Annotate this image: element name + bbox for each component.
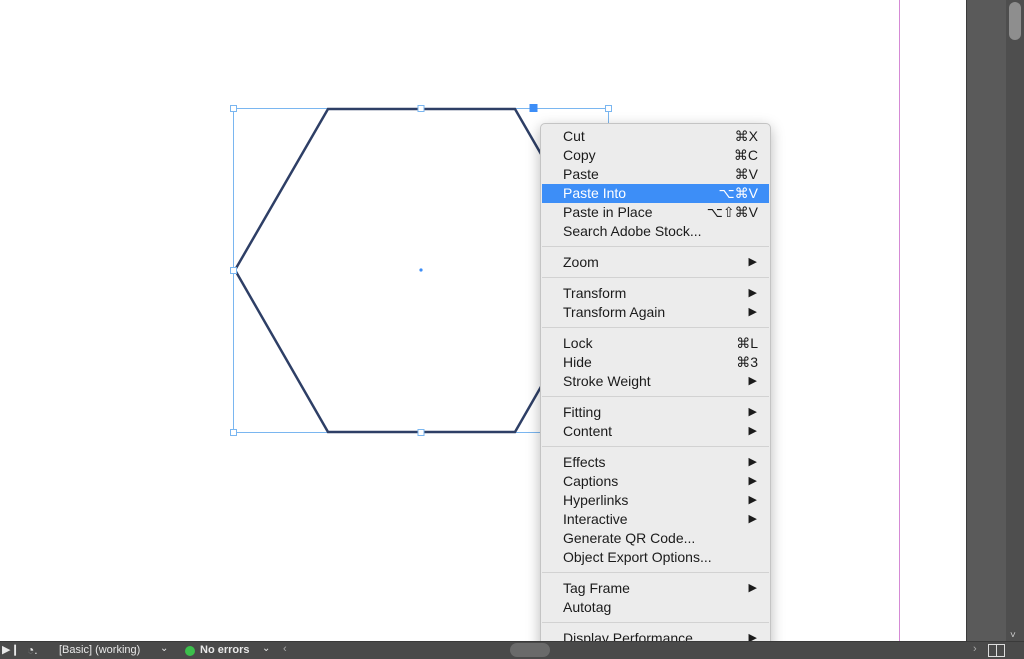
status-bar: ▶❙ ◔. [Basic] (working) ⌄ No errors ⌄ ‹ … — [0, 641, 1024, 659]
artwork-layer — [230, 104, 612, 436]
menu-item-shortcut: ⌘C — [733, 147, 758, 163]
submenu-arrow-icon: ▶ — [748, 287, 757, 299]
menu-item-content[interactable]: Content ▶ — [542, 422, 769, 441]
menu-separator — [542, 446, 769, 447]
menu-item-label: Generate QR Code... — [563, 530, 696, 546]
preflight-profile[interactable]: [Basic] (working) — [59, 644, 140, 656]
submenu-arrow-icon: ▶ — [748, 475, 757, 487]
menu-separator — [542, 277, 769, 278]
profile-chevron-down-icon[interactable]: ⌄ — [160, 643, 168, 654]
menu-item-label: Paste in Place — [563, 204, 653, 220]
menu-item-label: Hyperlinks — [563, 492, 629, 508]
menu-item-shortcut: ⌘3 — [736, 354, 758, 370]
scroll-down-arrow-icon[interactable]: ˅ — [1010, 630, 1016, 641]
menu-item-autotag[interactable]: Autotag — [542, 598, 769, 617]
menu-item-paste[interactable]: Paste ⌘V — [542, 165, 769, 184]
submenu-arrow-icon: ▶ — [748, 456, 757, 468]
submenu-arrow-icon: ▶ — [748, 375, 757, 387]
handle-top-middle[interactable] — [417, 105, 425, 112]
split-view-divider — [996, 645, 997, 656]
menu-item-generate-qr-code[interactable]: Generate QR Code... — [542, 529, 769, 548]
menu-item-label: Paste Into — [563, 185, 627, 201]
menu-item-label: Cut — [563, 128, 585, 144]
menu-item-label: Hide — [563, 354, 592, 370]
menu-item-paste-in-place[interactable]: Paste in Place ⌥⇧⌘V — [542, 203, 769, 222]
menu-item-label: Tag Frame — [563, 580, 630, 596]
menu-item-shortcut: ⌥⌘V — [718, 185, 758, 201]
submenu-arrow-icon: ▶ — [748, 306, 757, 318]
menu-separator — [542, 572, 769, 573]
scroll-right-arrow-icon[interactable]: › — [973, 643, 977, 655]
menu-item-label: Transform — [563, 285, 627, 301]
menu-item-shortcut: ⌘V — [734, 166, 758, 182]
menu-item-effects[interactable]: Effects ▶ — [542, 453, 769, 472]
errors-chevron-down-icon[interactable]: ⌄ — [262, 643, 270, 654]
menu-separator — [542, 396, 769, 397]
live-corner-handle[interactable] — [529, 104, 538, 112]
menu-item-shortcut: ⌘X — [734, 128, 758, 144]
menu-item-label: Captions — [563, 473, 619, 489]
menu-item-fitting[interactable]: Fitting ▶ — [542, 403, 769, 422]
menu-item-label: Fitting — [563, 404, 602, 420]
menu-item-label: Stroke Weight — [563, 373, 651, 389]
center-point — [419, 268, 423, 272]
menu-separator — [542, 246, 769, 247]
submenu-arrow-icon: ▶ — [748, 425, 757, 437]
menu-item-label: Object Export Options... — [563, 549, 712, 565]
preflight-icon[interactable]: ◔. — [27, 643, 38, 657]
vertical-scroll-thumb[interactable] — [1009, 2, 1021, 40]
scroll-left-arrow-icon[interactable]: ‹ — [283, 643, 287, 655]
play-icon[interactable]: ▶❙ — [2, 643, 20, 656]
preflight-errors[interactable]: No errors — [200, 644, 250, 656]
menu-item-label: Paste — [563, 166, 599, 182]
menu-item-label: Content — [563, 423, 613, 439]
menu-item-label: Search Adobe Stock... — [563, 223, 702, 239]
menu-item-hide[interactable]: Hide ⌘3 — [542, 353, 769, 372]
menu-item-label: Zoom — [563, 254, 599, 270]
menu-item-label: Autotag — [563, 599, 612, 615]
menu-item-label: Transform Again — [563, 304, 666, 320]
submenu-arrow-icon: ▶ — [748, 494, 757, 506]
pasteboard — [966, 0, 1007, 641]
menu-item-stroke-weight[interactable]: Stroke Weight ▶ — [542, 372, 769, 391]
handle-top-right[interactable] — [605, 105, 612, 112]
menu-item-lock[interactable]: Lock ⌘L — [542, 334, 769, 353]
menu-item-captions[interactable]: Captions ▶ — [542, 472, 769, 491]
context-menu: Cut ⌘X Copy ⌘C Paste ⌘V Paste Into ⌥⌘V Paste in … — [540, 123, 771, 653]
menu-item-shortcut: ⌥⇧⌘V — [706, 204, 758, 220]
handle-middle-left[interactable] — [230, 267, 237, 274]
menu-separator — [542, 622, 769, 623]
horizontal-scroll-thumb[interactable] — [510, 643, 550, 657]
submenu-arrow-icon: ▶ — [748, 582, 757, 594]
menu-item-label: Interactive — [563, 511, 628, 527]
menu-item-paste-into[interactable]: Paste Into ⌥⌘V — [542, 184, 769, 203]
submenu-arrow-icon: ▶ — [748, 256, 757, 268]
handle-top-left[interactable] — [230, 105, 237, 112]
vertical-scrollbar[interactable] — [1006, 0, 1024, 641]
menu-item-hyperlinks[interactable]: Hyperlinks ▶ — [542, 491, 769, 510]
menu-item-transform[interactable]: Transform ▶ — [542, 284, 769, 303]
submenu-arrow-icon: ▶ — [748, 513, 757, 525]
menu-item-interactive[interactable]: Interactive ▶ — [542, 510, 769, 529]
handle-bottom-left[interactable] — [230, 429, 237, 436]
menu-item-copy[interactable]: Copy ⌘C — [542, 146, 769, 165]
handle-bottom-middle[interactable] — [417, 429, 425, 436]
menu-item-label: Effects — [563, 454, 606, 470]
menu-item-zoom[interactable]: Zoom ▶ — [542, 253, 769, 272]
status-ok-icon — [185, 646, 195, 656]
menu-item-label: Lock — [563, 335, 593, 351]
menu-item-tag-frame[interactable]: Tag Frame ▶ — [542, 579, 769, 598]
menu-item-cut[interactable]: Cut ⌘X — [542, 127, 769, 146]
submenu-arrow-icon: ▶ — [748, 406, 757, 418]
menu-item-label: Copy — [563, 147, 596, 163]
menu-item-object-export-options[interactable]: Object Export Options... — [542, 548, 769, 567]
menu-item-search-adobe-stock[interactable]: Search Adobe Stock... — [542, 222, 769, 241]
menu-item-transform-again[interactable]: Transform Again ▶ — [542, 303, 769, 322]
menu-item-shortcut: ⌘L — [736, 335, 758, 351]
menu-separator — [542, 327, 769, 328]
